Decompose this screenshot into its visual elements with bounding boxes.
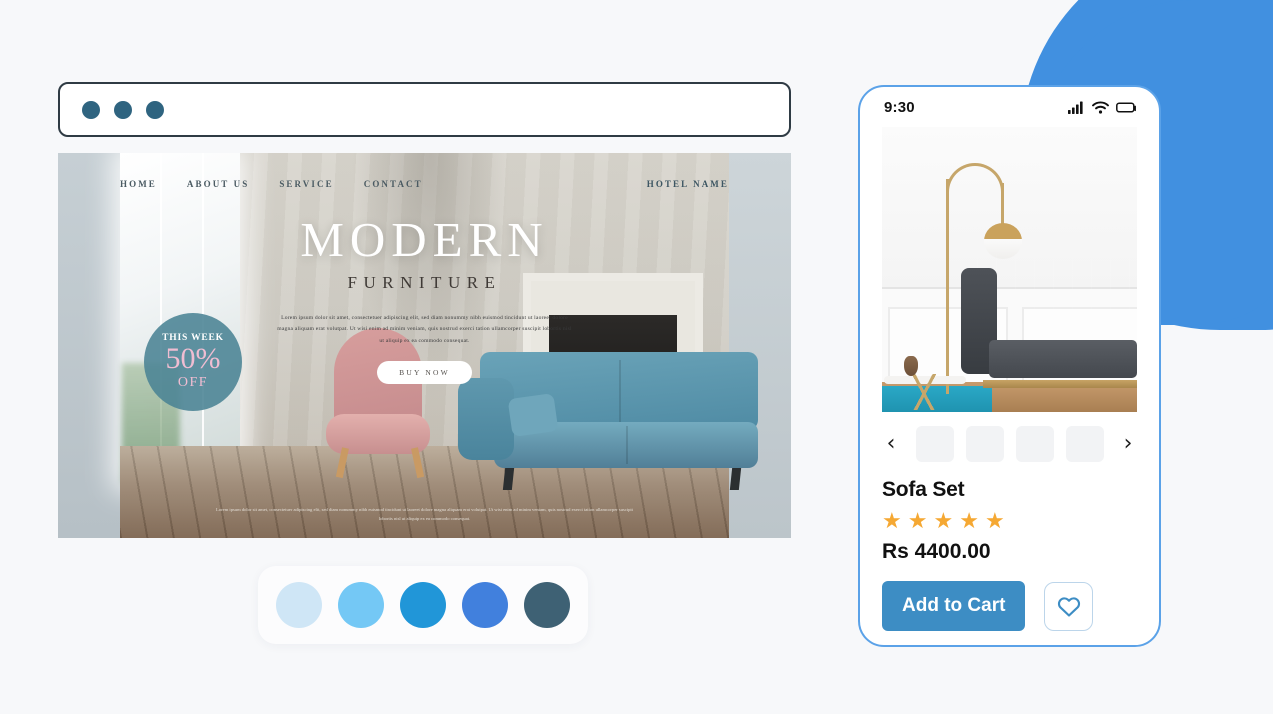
discount-badge-off-label: OFF <box>177 375 209 390</box>
product-scene-sofa <box>961 254 1137 394</box>
product-scene-vase <box>904 356 918 376</box>
hero-nav-links: HOME ABOUT US SERVICE CONTACT <box>120 179 423 189</box>
favorite-button[interactable] <box>1044 581 1094 631</box>
nav-item-about-us[interactable]: ABOUT US <box>187 179 249 189</box>
product-scene-side-table-legs <box>888 374 960 410</box>
sofa-pillow <box>507 392 559 438</box>
star-icon-5: ★ <box>984 509 1005 534</box>
website-hero: HOME ABOUT US SERVICE CONTACT HOTEL NAME… <box>58 153 791 538</box>
armchair-leg-right <box>411 447 425 479</box>
sofa-leg-left <box>502 468 515 490</box>
battery-icon <box>1116 101 1136 113</box>
hero-subtitle: FURNITURE <box>347 273 502 292</box>
nav-item-home[interactable]: HOME <box>120 179 157 189</box>
swatch-royal[interactable] <box>462 582 508 628</box>
swatch-slate[interactable] <box>524 582 570 628</box>
product-sofa-seat <box>989 340 1137 378</box>
product-sofa-back <box>977 254 1137 350</box>
carousel-thumb-2[interactable] <box>965 426 1004 462</box>
hero-footer-paragraph: Lorem ipsum dolor sit amet, consectetuer… <box>216 506 633 522</box>
product-rating: ★ ★ ★ ★ ★ <box>882 511 1137 533</box>
carousel-next-icon[interactable]: › <box>1119 433 1137 455</box>
star-icon-4: ★ <box>959 509 979 534</box>
heart-icon <box>1057 597 1081 617</box>
star-icon-1: ★ <box>882 509 902 534</box>
star-icon-3: ★ <box>933 509 954 534</box>
browser-title-bar <box>58 82 791 137</box>
product-scene-lamp-drop <box>1001 183 1004 225</box>
color-palette <box>258 566 588 644</box>
product-actions: Add to Cart <box>882 581 1137 631</box>
nav-item-service[interactable]: SERVICE <box>279 179 333 189</box>
carousel-thumbnails <box>915 426 1104 462</box>
carousel-thumb-3[interactable] <box>1015 426 1054 462</box>
product-image <box>882 127 1137 412</box>
discount-badge: THIS WEEK 50% OFF <box>144 313 242 411</box>
hero-title: MODERN <box>300 212 549 267</box>
window-dot-close[interactable] <box>82 100 100 119</box>
hero-brand-name: HOTEL NAME <box>646 179 729 189</box>
swatch-lightest[interactable] <box>276 582 322 628</box>
image-carousel: ‹ › <box>882 426 1137 462</box>
add-to-cart-button[interactable]: Add to Cart <box>882 581 1026 631</box>
star-icon-2: ★ <box>907 509 928 534</box>
sofa-arm <box>458 378 514 460</box>
signal-icon <box>1068 101 1083 114</box>
nav-item-contact[interactable]: CONTACT <box>364 179 423 189</box>
buy-now-button[interactable]: BUY NOW <box>377 361 472 385</box>
product-price: Rs 4400.00 <box>882 540 991 563</box>
swatch-sky[interactable] <box>338 582 384 628</box>
mobile-app-mockup: 9:30 ‹ › Sofa Set ★ ★ ★ ★ ★ Rs 4400.00 A… <box>858 85 1161 647</box>
carousel-thumb-1[interactable] <box>915 426 954 462</box>
carousel-prev-icon[interactable]: ‹ <box>882 433 900 455</box>
status-icons <box>1068 101 1137 114</box>
browser-mockup: HOME ABOUT US SERVICE CONTACT HOTEL NAME… <box>58 82 791 538</box>
carousel-thumb-4[interactable] <box>1065 426 1104 462</box>
window-dot-maximize[interactable] <box>146 100 164 119</box>
status-time: 9:30 <box>884 98 915 116</box>
swatch-blue[interactable] <box>400 582 446 628</box>
hero-paragraph: Lorem ipsum dolor sit amet, consectetuer… <box>277 315 572 344</box>
wifi-icon <box>1092 101 1109 114</box>
product-scene-lamp-pole <box>946 179 949 394</box>
status-bar: 9:30 <box>860 87 1159 127</box>
product-title: Sofa Set <box>882 478 965 501</box>
window-dot-minimize[interactable] <box>114 100 132 119</box>
product-sofa-base <box>983 380 1137 388</box>
discount-badge-percent: 50% <box>165 342 221 375</box>
product-scene-lamp-arm <box>946 163 1004 207</box>
sofa-leg-right <box>729 468 742 490</box>
hero-navigation: HOME ABOUT US SERVICE CONTACT HOTEL NAME <box>58 179 791 189</box>
